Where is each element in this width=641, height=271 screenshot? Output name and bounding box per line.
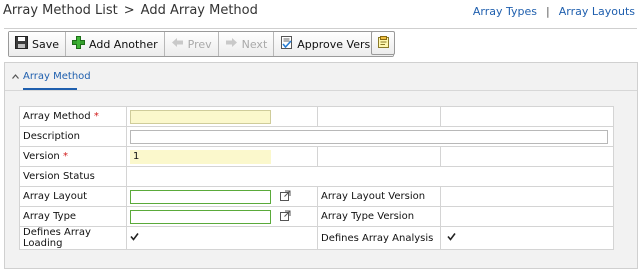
tab-divider (5, 90, 637, 91)
form-row-defines: Defines Array Loading Defines Array Anal… (19, 226, 614, 250)
page-header: Array Method List > Add Array Method Array… (0, 0, 641, 26)
page-title: Add Array Method (140, 3, 258, 18)
array-type-version-label: Array Type Version (317, 206, 441, 227)
tab-array-method[interactable]: Array Method (12, 71, 91, 82)
approve-document-icon (280, 36, 293, 52)
link-divider: | (546, 5, 550, 18)
description-label: Description (19, 126, 127, 147)
defines-analysis-label: Defines Array Analysis (317, 226, 441, 250)
breadcrumb: Array Method List > Add Array Method (3, 3, 258, 18)
array-method-label: Array Method * (19, 106, 127, 127)
save-button[interactable]: Save (9, 32, 67, 56)
defines-loading-label: Defines Array Loading (19, 226, 127, 250)
array-layout-label: Array Layout (19, 186, 127, 207)
next-button[interactable]: Next (218, 32, 275, 56)
prev-button[interactable]: Prev (164, 32, 219, 56)
form-row-array-layout: Array Layout Array Layout Version (19, 186, 614, 207)
array-method-section: Array Method Array Method * Description … (4, 62, 638, 269)
prev-button-label: Prev (187, 37, 212, 51)
breadcrumb-parent[interactable]: Array Method List (3, 3, 118, 18)
array-layout-input[interactable] (130, 189, 271, 204)
array-type-label: Array Type (19, 206, 127, 227)
version-value: 1 (130, 149, 271, 164)
array-layout-version-label: Array Layout Version (317, 186, 441, 207)
version-status-value (126, 166, 614, 187)
description-input[interactable] (130, 129, 608, 144)
defines-analysis-checkbox[interactable] (447, 232, 456, 241)
required-marker: * (62, 151, 68, 162)
toolbar: Save Add Another Prev Next Approve Versi… (8, 31, 394, 57)
arrow-left-icon (171, 37, 184, 51)
array-layouts-link[interactable]: Array Layouts (559, 5, 635, 18)
open-link-icon[interactable] (280, 210, 291, 224)
array-method-form: Array Method * Description Version * 1 V… (19, 106, 614, 250)
notes-button[interactable] (371, 31, 395, 55)
form-row-version: Version * 1 (19, 146, 614, 167)
version-label: Version * (19, 146, 127, 167)
tab-array-method-label: Array Method (23, 71, 91, 82)
open-link-icon[interactable] (280, 190, 291, 204)
add-another-button-label: Add Another (89, 37, 158, 51)
form-row-array-method: Array Method * (19, 106, 614, 127)
save-button-label: Save (32, 37, 60, 51)
arrow-right-icon (225, 37, 238, 51)
form-row-array-type: Array Type Array Type Version (19, 206, 614, 227)
next-button-label: Next (241, 37, 268, 51)
array-type-input[interactable] (130, 209, 271, 224)
form-row-description: Description (19, 126, 614, 147)
version-status-label: Version Status (19, 166, 127, 187)
array-types-link[interactable]: Array Types (473, 5, 537, 18)
plus-icon (72, 36, 86, 52)
collapse-chevron-icon[interactable] (12, 71, 19, 82)
defines-loading-checkbox[interactable] (130, 232, 139, 241)
top-links: Array Types | Array Layouts (473, 5, 635, 18)
form-row-version-status: Version Status (19, 166, 614, 187)
floppy-disk-icon (15, 36, 28, 52)
notes-icon (377, 34, 390, 53)
required-marker: * (93, 111, 99, 122)
breadcrumb-separator: > (123, 3, 135, 18)
add-another-button[interactable]: Add Another (66, 32, 165, 56)
toolbar-area: Save Add Another Prev Next Approve Versi… (4, 28, 637, 59)
array-method-input[interactable] (130, 109, 271, 124)
